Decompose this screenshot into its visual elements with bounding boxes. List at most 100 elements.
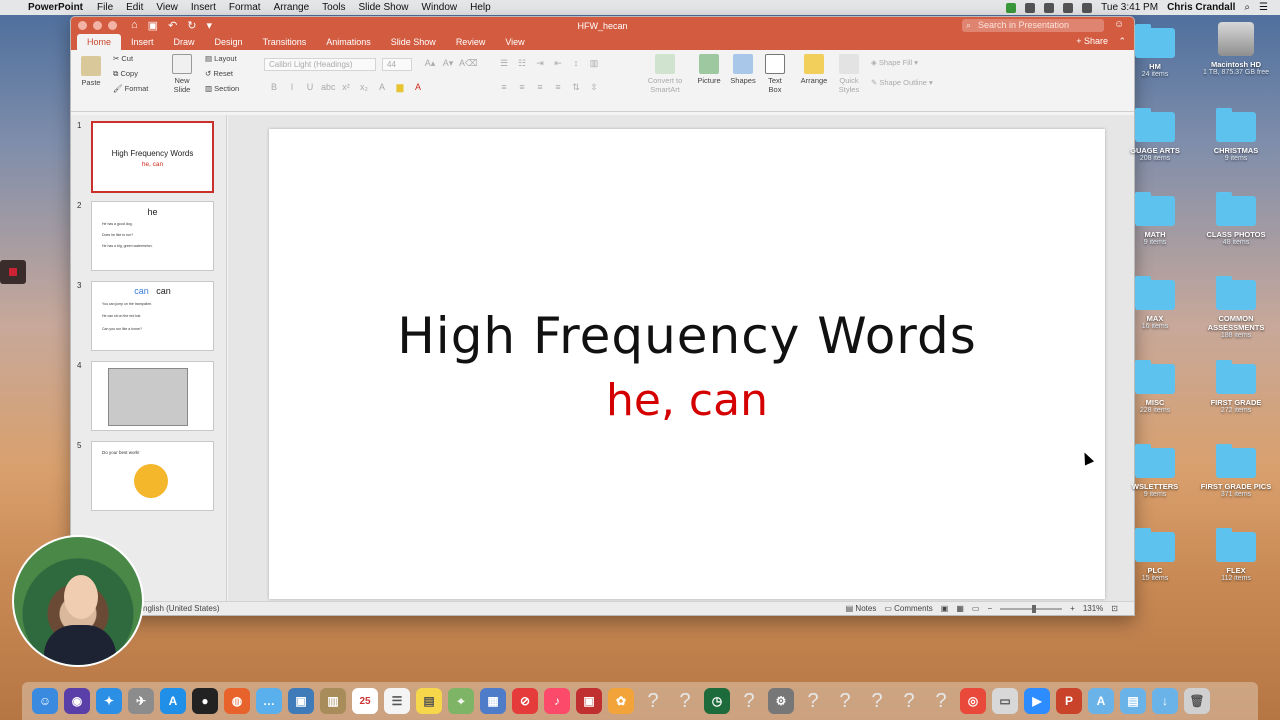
system-preferences-icon[interactable]: ⚙ [768, 688, 794, 714]
question-app-icon[interactable]: ? [832, 688, 858, 714]
menu-edit[interactable]: Edit [126, 2, 143, 13]
zoom-slider-thumb[interactable] [1032, 604, 1037, 613]
photo-booth-2-icon[interactable]: ▣ [576, 688, 602, 714]
font-size-select[interactable]: 44 [382, 58, 412, 71]
arrange-button[interactable]: Arrange [799, 54, 829, 85]
desktop-folder[interactable]: FLEX 112 items [1196, 528, 1276, 582]
desktop-folder[interactable]: COMMON ASSESSMENTS 188 items [1196, 276, 1276, 339]
columns-icon[interactable]: ▥ [587, 58, 601, 69]
underline-icon[interactable]: U [303, 82, 317, 93]
volume-icon[interactable] [1082, 2, 1093, 13]
desktop-folder[interactable]: PLC 15 items [1115, 528, 1195, 582]
new-slide-button[interactable]: New Slide [167, 54, 197, 94]
thumbnail[interactable]: Do your best work! [91, 441, 214, 511]
desktop-folder[interactable]: MAX 16 items [1115, 276, 1195, 330]
messages-icon[interactable]: … [256, 688, 282, 714]
preview-icon[interactable]: ▣ [288, 688, 314, 714]
tab-insert[interactable]: Insert [121, 37, 164, 50]
gear-icon[interactable] [1025, 2, 1036, 13]
share-button[interactable]: + Share [1076, 36, 1108, 46]
finder-icon[interactable]: ☺ [32, 688, 58, 714]
siri-icon[interactable]: ◉ [64, 688, 90, 714]
clock[interactable]: Tue 3:41 PM [1101, 2, 1158, 13]
text-direction-icon[interactable]: ⇅ [569, 82, 583, 93]
menu-tools[interactable]: Tools [322, 2, 345, 13]
picture-button[interactable]: Picture [695, 54, 723, 85]
slide-sorter-icon[interactable]: ▦ [956, 604, 964, 613]
question-app-icon[interactable]: ? [736, 688, 762, 714]
thumbnail[interactable] [91, 361, 214, 431]
applications-folder-icon[interactable]: A [1088, 688, 1114, 714]
outdent-icon[interactable]: ⇤ [551, 58, 565, 69]
bold-icon[interactable]: B [267, 82, 281, 93]
notes-button[interactable]: ▤ Notes [846, 604, 877, 613]
printer-icon[interactable]: ▭ [992, 688, 1018, 714]
font-name-select[interactable]: Calibri Light (Headings) [264, 58, 376, 71]
image-capture-icon[interactable]: ▦ [480, 688, 506, 714]
normal-view-icon[interactable]: ▣ [941, 604, 949, 613]
cut-button[interactable]: ✂ Cut [113, 54, 133, 63]
current-slide[interactable]: High Frequency Words he, can [269, 129, 1105, 599]
question-app-icon[interactable]: ? [672, 688, 698, 714]
reading-view-icon[interactable]: ▭ [972, 604, 980, 613]
align-right-icon[interactable]: ≡ [533, 82, 547, 93]
comments-button[interactable]: ▭ Comments [884, 604, 932, 613]
tab-animations[interactable]: Animations [316, 37, 381, 50]
thumbnail[interactable]: he He has a good dog. Does he like to ru… [91, 201, 214, 271]
photo-booth-icon[interactable]: ● [192, 688, 218, 714]
thumbnail[interactable]: High Frequency Words he, can [91, 121, 214, 193]
notes-icon[interactable]: ▤ [416, 688, 442, 714]
text-effects-icon[interactable]: A [375, 82, 389, 93]
menu-slide-show[interactable]: Slide Show [359, 2, 409, 13]
menu-list-icon[interactable]: ☰ [1259, 2, 1268, 13]
launchpad-icon[interactable]: ✈ [128, 688, 154, 714]
question-app-icon[interactable]: ? [864, 688, 890, 714]
desktop-folder[interactable]: MISC 228 items [1115, 360, 1195, 414]
downloads-folder-icon[interactable]: ↓ [1152, 688, 1178, 714]
menu-arrange[interactable]: Arrange [274, 2, 310, 13]
shape-fill-button[interactable]: ◈ Shape Fill ▾ [871, 58, 918, 67]
text-box-button[interactable]: Text Box [763, 54, 787, 94]
chrome-icon[interactable]: ◎ [960, 688, 986, 714]
indent-icon[interactable]: ⇥ [533, 58, 547, 69]
fit-slide-icon[interactable]: ⊡ [1111, 604, 1118, 613]
line-spacing-icon[interactable]: ↕ [569, 58, 583, 69]
zoom-slider[interactable] [1000, 604, 1063, 613]
strikethrough-icon[interactable]: abc [321, 82, 336, 93]
desktop-folder[interactable]: CHRISTMAS 9 items [1196, 108, 1276, 162]
superscript-icon[interactable]: x² [339, 82, 353, 93]
shape-outline-button[interactable]: ✎ Shape Outline ▾ [871, 78, 933, 87]
contacts-icon[interactable]: ▥ [320, 688, 346, 714]
section-button[interactable]: ▥ Section [205, 84, 239, 93]
news-icon[interactable]: ⊘ [512, 688, 538, 714]
time-machine-icon[interactable]: ◷ [704, 688, 730, 714]
desktop-folder[interactable]: GUAGE ARTS 208 items [1115, 108, 1195, 162]
tab-design[interactable]: Design [205, 37, 253, 50]
wifi-icon[interactable] [1063, 2, 1074, 13]
tab-slide-show[interactable]: Slide Show [381, 37, 446, 50]
desktop-folder[interactable]: FIRST GRADE PICS 371 items [1196, 444, 1276, 498]
menu-help[interactable]: Help [470, 2, 491, 13]
language-status[interactable]: nglish (United States) [143, 604, 219, 613]
question-app-icon[interactable]: ? [800, 688, 826, 714]
bluetooth-icon[interactable] [1044, 2, 1055, 13]
shrink-font-icon[interactable]: A▾ [441, 58, 455, 69]
music-icon[interactable]: ♪ [544, 688, 570, 714]
grow-font-icon[interactable]: A▴ [423, 58, 437, 69]
bullets-icon[interactable]: ☰ [497, 58, 511, 69]
app-menu-name[interactable]: PowerPoint [28, 2, 83, 13]
calendar-icon[interactable]: 25 [352, 688, 378, 714]
desktop-folder[interactable]: HM 24 items [1115, 24, 1195, 78]
menu-file[interactable]: File [97, 2, 113, 13]
search-input[interactable]: ⌕ Search in Presentation [962, 19, 1104, 32]
question-app-icon[interactable]: ? [640, 688, 666, 714]
slide-title[interactable]: High Frequency Words [269, 307, 1105, 365]
menu-window[interactable]: Window [422, 2, 458, 13]
menu-format[interactable]: Format [229, 2, 261, 13]
zoom-icon[interactable]: ▶ [1024, 688, 1050, 714]
user-name[interactable]: Chris Crandall [1167, 2, 1235, 13]
menu-insert[interactable]: Insert [191, 2, 216, 13]
evernote-icon[interactable] [1006, 2, 1017, 13]
reset-button[interactable]: ↺ Reset [205, 69, 233, 78]
zoom-level[interactable]: 131% [1083, 604, 1103, 613]
